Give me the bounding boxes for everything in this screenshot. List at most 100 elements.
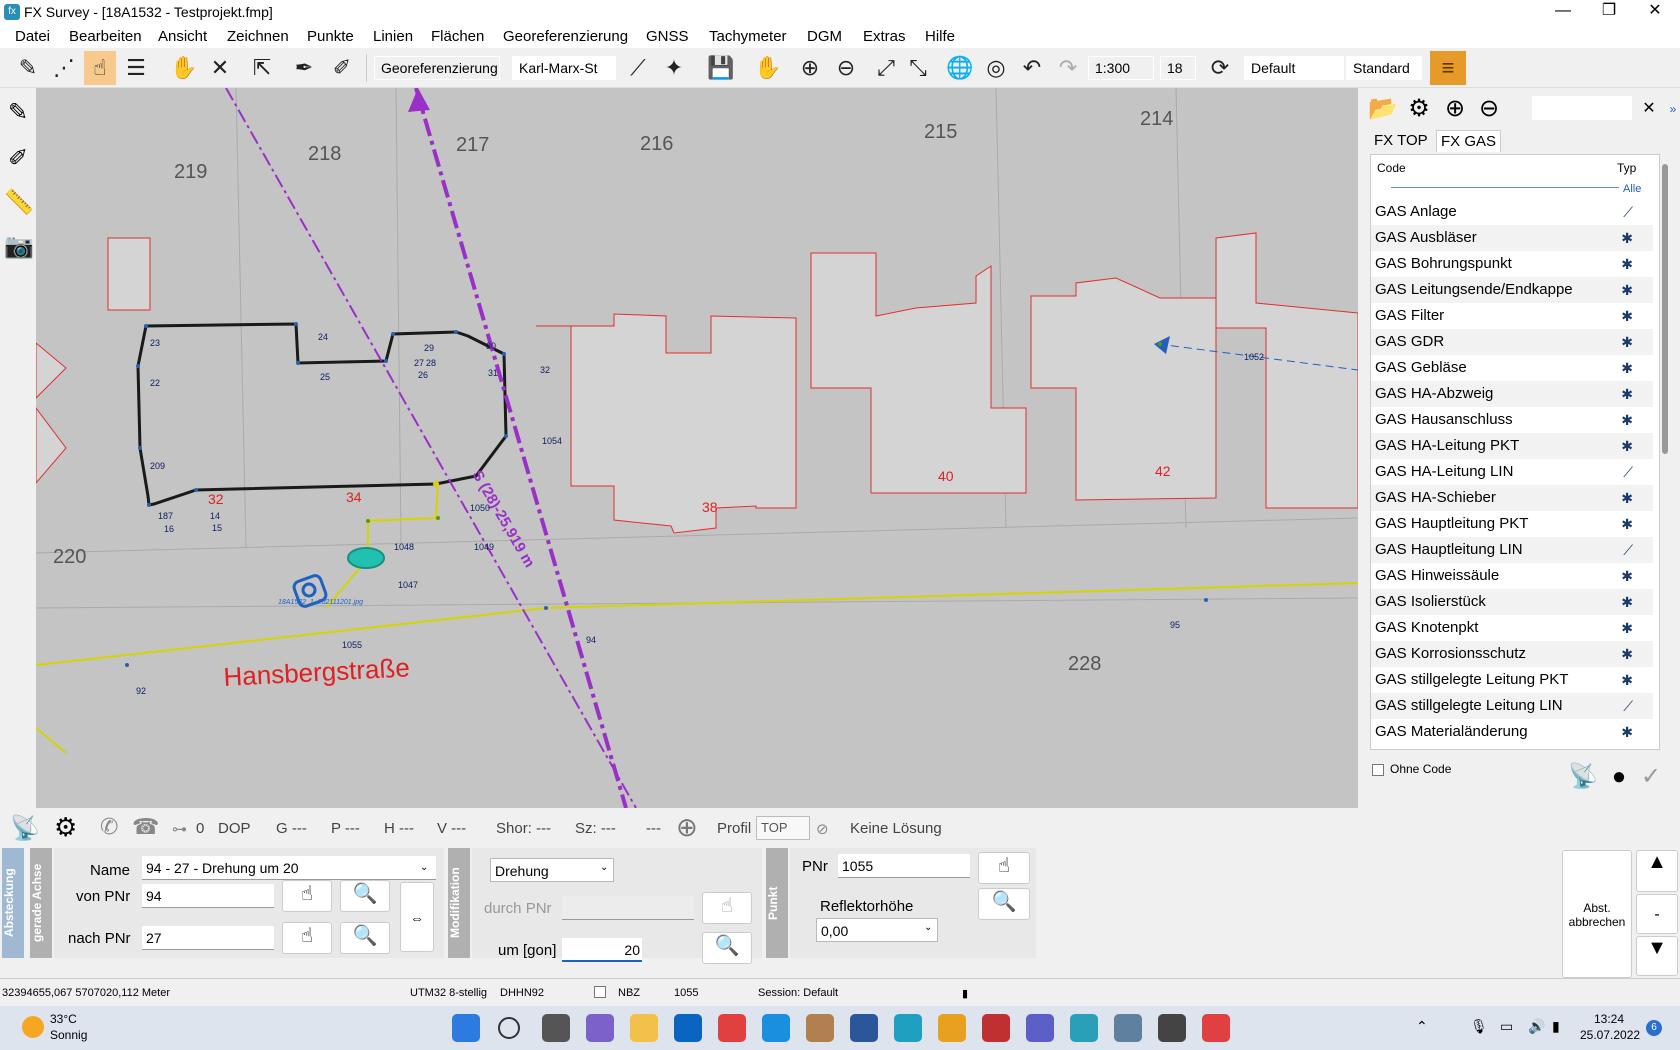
column-typ[interactable]: Typ [1617, 161, 1636, 175]
code-row[interactable]: GAS HA-Leitung PKT ✱ [1371, 433, 1653, 459]
menu-flaechen[interactable]: Flächen [431, 28, 484, 45]
up-arrow-icon[interactable]: ▲ [1636, 850, 1678, 892]
code-row[interactable]: GAS Hauptleitung PKT ✱ [1371, 511, 1653, 537]
code-row[interactable]: GAS HA-Leitung LIN ⟋ [1371, 459, 1653, 485]
code-table-scrollbar[interactable] [1660, 154, 1670, 750]
check-icon[interactable]: ✓ [1636, 762, 1666, 792]
anydesk-2-icon[interactable] [1202, 1014, 1230, 1042]
ruler-icon[interactable]: 📏 [4, 188, 34, 220]
menu-georeferenzierung[interactable]: Georeferenzierung [503, 28, 628, 45]
code-row[interactable]: GAS Hauptleitung LIN ⟋ [1371, 537, 1653, 563]
volume-icon[interactable]: 🔊 [1528, 1018, 1545, 1035]
menu-ansicht[interactable]: Ansicht [158, 28, 207, 45]
ohne-code-checkbox[interactable] [1372, 764, 1384, 776]
code-row[interactable]: GAS Bohrungspunkt ✱ [1371, 251, 1653, 277]
minus-button[interactable]: - [1636, 894, 1678, 934]
code-row[interactable]: GAS HA-Schieber ✱ [1371, 485, 1653, 511]
size-select[interactable]: 18 [1160, 56, 1196, 80]
network-icon[interactable]: ▭ [1500, 1018, 1513, 1035]
undo-icon[interactable]: ↶ [1016, 51, 1048, 85]
menu-hilfe[interactable]: Hilfe [925, 28, 955, 45]
gerade-achse-tab[interactable]: gerade Achse [30, 848, 52, 958]
gnss-settings-icon[interactable]: ⚙ [54, 812, 77, 843]
code-row[interactable]: GAS Hausanschluss ✱ [1371, 407, 1653, 433]
list-edit-icon[interactable]: ☰ [120, 51, 152, 85]
record-icon[interactable]: ● [1604, 762, 1634, 792]
code-search-input[interactable] [1532, 96, 1632, 120]
tab-fx-top[interactable]: FX TOP [1370, 130, 1432, 151]
scale-select[interactable]: 1:300 [1088, 56, 1154, 80]
code-row[interactable]: GAS Filter ✱ [1371, 303, 1653, 329]
gear-icon[interactable]: ⚙ [1404, 94, 1434, 124]
edge-icon[interactable] [894, 1014, 922, 1042]
style-select-2[interactable]: Standard [1346, 56, 1422, 80]
code-row[interactable]: GAS stillgelegte Leitung PKT ✱ [1371, 667, 1653, 693]
name-select[interactable]: 94 - 27 - Drehung um 20 [142, 856, 436, 880]
pdf-icon[interactable] [982, 1014, 1010, 1042]
draw-pen-icon[interactable]: ✒ [288, 51, 320, 85]
nach-pnr-input[interactable]: 27 [142, 926, 274, 950]
notification-badge[interactable]: 6 [1646, 1020, 1662, 1036]
app-shield-icon[interactable] [1114, 1014, 1142, 1042]
camera-icon[interactable]: 📷 [4, 232, 34, 264]
zoom-window-icon[interactable]: ⤡ [902, 51, 934, 85]
app-wave-icon[interactable] [762, 1014, 790, 1042]
export-icon[interactable]: ⇱ [246, 51, 278, 85]
menu-bearbeiten[interactable]: Bearbeiten [69, 28, 142, 45]
menu-linien[interactable]: Linien [373, 28, 413, 45]
maximize-button[interactable]: ❐ [1586, 0, 1632, 24]
reflektorhoehe-select[interactable]: 0,00 [816, 918, 938, 942]
start-icon[interactable] [452, 1014, 480, 1042]
line-tool-icon[interactable]: ⟋ [622, 51, 654, 85]
gnss-antenna-icon[interactable]: 📡 [10, 814, 40, 843]
von-search-button[interactable]: 🔍 [340, 880, 390, 912]
pencil-icon[interactable]: ✎ [4, 98, 32, 130]
code-row[interactable]: GAS Isolierstück ✱ [1371, 589, 1653, 615]
globe-icon[interactable]: 🌐 [944, 51, 976, 85]
swap-button[interactable]: ⇔ [400, 882, 434, 952]
explorer-icon[interactable] [630, 1014, 658, 1042]
chat-icon[interactable] [586, 1014, 614, 1042]
close-button[interactable]: ✕ [1632, 0, 1678, 24]
select-hand-icon[interactable]: ☝ [84, 51, 116, 85]
pan-hand-icon[interactable]: ✋ [752, 51, 784, 85]
teams-icon[interactable] [1026, 1014, 1054, 1042]
filter-all[interactable]: Alle [1623, 183, 1641, 195]
clock-time[interactable]: 13:24 [1594, 1012, 1624, 1026]
um-search-button[interactable]: 🔍 [702, 932, 752, 964]
modifikation-tab[interactable]: Modifikation [448, 848, 470, 958]
pnr-pick-button[interactable]: ☝ [978, 852, 1030, 884]
search-icon[interactable] [498, 1017, 520, 1039]
code-row[interactable]: GAS Knotenpkt ✱ [1371, 615, 1653, 641]
street-select[interactable]: Karl-Marx-St [512, 56, 616, 80]
durch-pick-button[interactable]: ☝ [702, 892, 752, 924]
profil-select[interactable]: TOP [756, 816, 810, 840]
code-row[interactable]: GAS GDR ✱ [1371, 329, 1653, 355]
map-canvas[interactable]: 219 218 217 216 215 214 220 228 32 34 38… [36, 88, 1358, 808]
delete-line-icon[interactable]: ✕ [204, 51, 236, 85]
pencil-add-icon[interactable]: ✐ [4, 144, 32, 176]
target-icon[interactable]: ⊕ [676, 812, 698, 843]
anydesk-icon[interactable] [718, 1014, 746, 1042]
code-row[interactable]: GAS HA-Abzweig ✱ [1371, 381, 1653, 407]
battery-tray-icon[interactable]: ▮ [1552, 1018, 1560, 1035]
marker-icon[interactable]: ✐ [326, 51, 358, 85]
down-arrow-icon[interactable]: ▼ [1636, 936, 1678, 976]
minimize-button[interactable]: — [1540, 0, 1586, 24]
chrome-icon[interactable] [938, 1014, 966, 1042]
style-select-1[interactable]: Default [1244, 56, 1344, 80]
zoom-out-icon[interactable]: ⊖ [830, 51, 862, 85]
zoom-extent-icon[interactable]: ⤢ [870, 51, 902, 85]
remove-circle-icon[interactable]: ⊖ [1474, 94, 1504, 124]
tab-fx-gas[interactable]: FX GAS [1436, 130, 1502, 152]
word-icon[interactable] [850, 1014, 878, 1042]
von-pnr-input[interactable]: 94 [142, 884, 274, 908]
code-row[interactable]: GAS Korrosionsschutz ✱ [1371, 641, 1653, 667]
pnr-input[interactable]: 1055 [838, 854, 970, 878]
measure-hand-icon[interactable]: ✋ [168, 51, 200, 85]
code-row[interactable]: GAS Anlage ⟋ [1371, 199, 1653, 225]
code-row[interactable]: GAS Materialänderung ✱ [1371, 719, 1653, 745]
task-view-icon[interactable] [542, 1014, 570, 1042]
nbz-checkbox[interactable] [594, 986, 606, 998]
gnss-measure-icon[interactable]: 📡 [1568, 762, 1598, 792]
